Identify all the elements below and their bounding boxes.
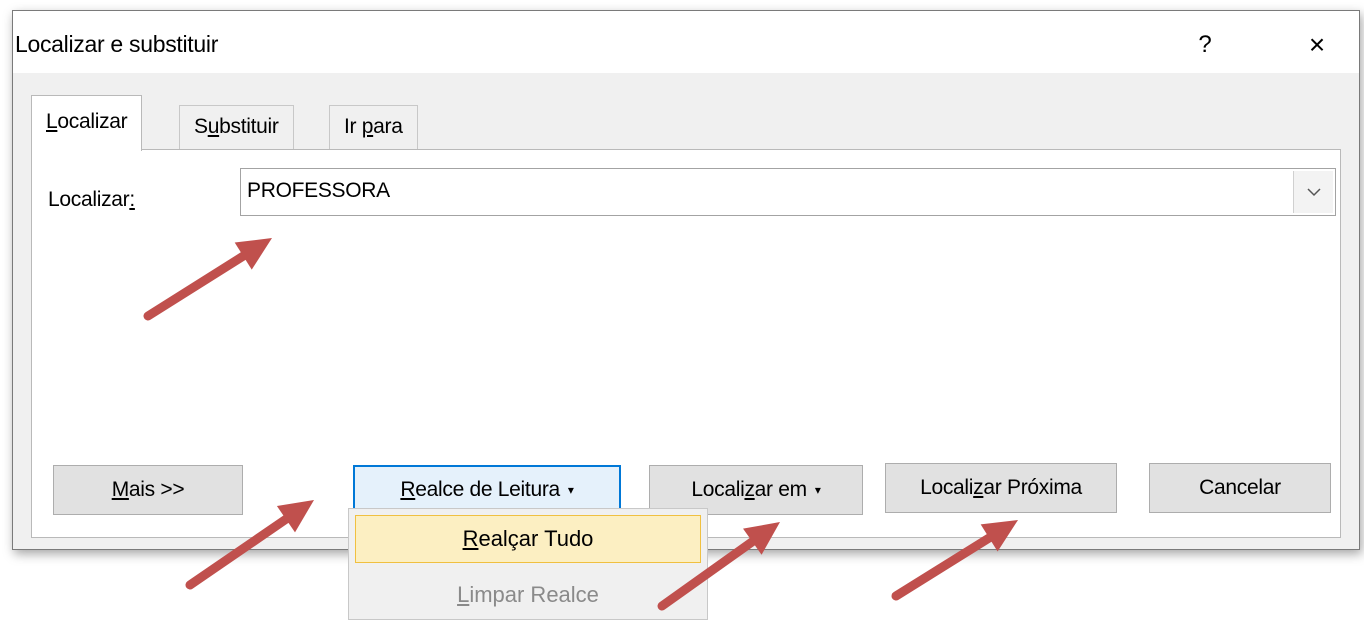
button-accesskey: z — [973, 476, 984, 499]
menu-item-accesskey: R — [462, 526, 479, 551]
button-accesskey: z — [744, 478, 755, 501]
button-label: Locali — [920, 476, 974, 499]
find-label-text: Localizar — [48, 188, 130, 211]
tab-label: ara — [373, 115, 403, 138]
button-label: ar Próxima — [983, 476, 1082, 499]
tab-label: ocalizar — [57, 110, 128, 133]
tab-localizar[interactable]: Localizar — [31, 95, 143, 151]
menu-item-accesskey: L — [457, 582, 470, 607]
find-label-accesskey: : — [129, 188, 135, 211]
dialog-title: Localizar e substituir — [15, 31, 219, 57]
tab-label: Ir — [344, 115, 362, 138]
find-dropdown-button[interactable] — [1293, 171, 1333, 213]
more-button[interactable]: Mais >> — [53, 465, 243, 515]
tab-ir-para[interactable]: Ir para — [329, 105, 418, 149]
find-replace-dialog: Localizar e substituir ? × Localizar Sub… — [12, 10, 1360, 550]
find-input[interactable]: PROFESSORA — [247, 179, 390, 203]
button-label: Locali — [691, 478, 745, 501]
tab-label: bstituir — [219, 115, 279, 138]
button-label: ar em — [754, 478, 807, 501]
help-button[interactable]: ? — [1183, 23, 1227, 67]
chevron-down-icon — [1306, 188, 1321, 197]
button-accesskey: M — [111, 478, 130, 501]
find-combobox[interactable]: PROFESSORA — [240, 168, 1336, 216]
tab-substituir[interactable]: Substituir — [179, 105, 294, 149]
tab-label-accesskey: p — [361, 115, 374, 138]
dialog-client-area: Localizar Substituir Ir para Localizar: … — [13, 73, 1359, 549]
menu-item-clear-highlight: Limpar Realce — [355, 571, 701, 619]
cancel-button[interactable]: Cancelar — [1149, 463, 1331, 513]
menu-item-label: impar Realce — [469, 582, 599, 607]
find-next-button[interactable]: Localizar Próxima — [885, 463, 1117, 513]
close-button[interactable]: × — [1291, 23, 1343, 67]
tab-label-accesskey: L — [46, 110, 58, 133]
button-accesskey: R — [400, 478, 416, 501]
button-label: ealce de Leitura — [415, 478, 560, 501]
menu-item-label: ealçar Tudo — [478, 526, 594, 551]
caret-down-icon: ▾ — [814, 483, 821, 497]
find-label: Localizar: — [48, 188, 135, 212]
menu-item-highlight-all[interactable]: Realçar Tudo — [355, 515, 701, 563]
tab-label: S — [194, 115, 208, 138]
caret-down-icon: ▾ — [567, 483, 574, 497]
title-bar: Localizar e substituir ? × — [13, 11, 1359, 73]
button-label: ais >> — [128, 478, 185, 501]
highlight-dropdown-menu: Realçar Tudo Limpar Realce — [348, 508, 708, 620]
tab-label-accesskey: u — [207, 115, 220, 138]
